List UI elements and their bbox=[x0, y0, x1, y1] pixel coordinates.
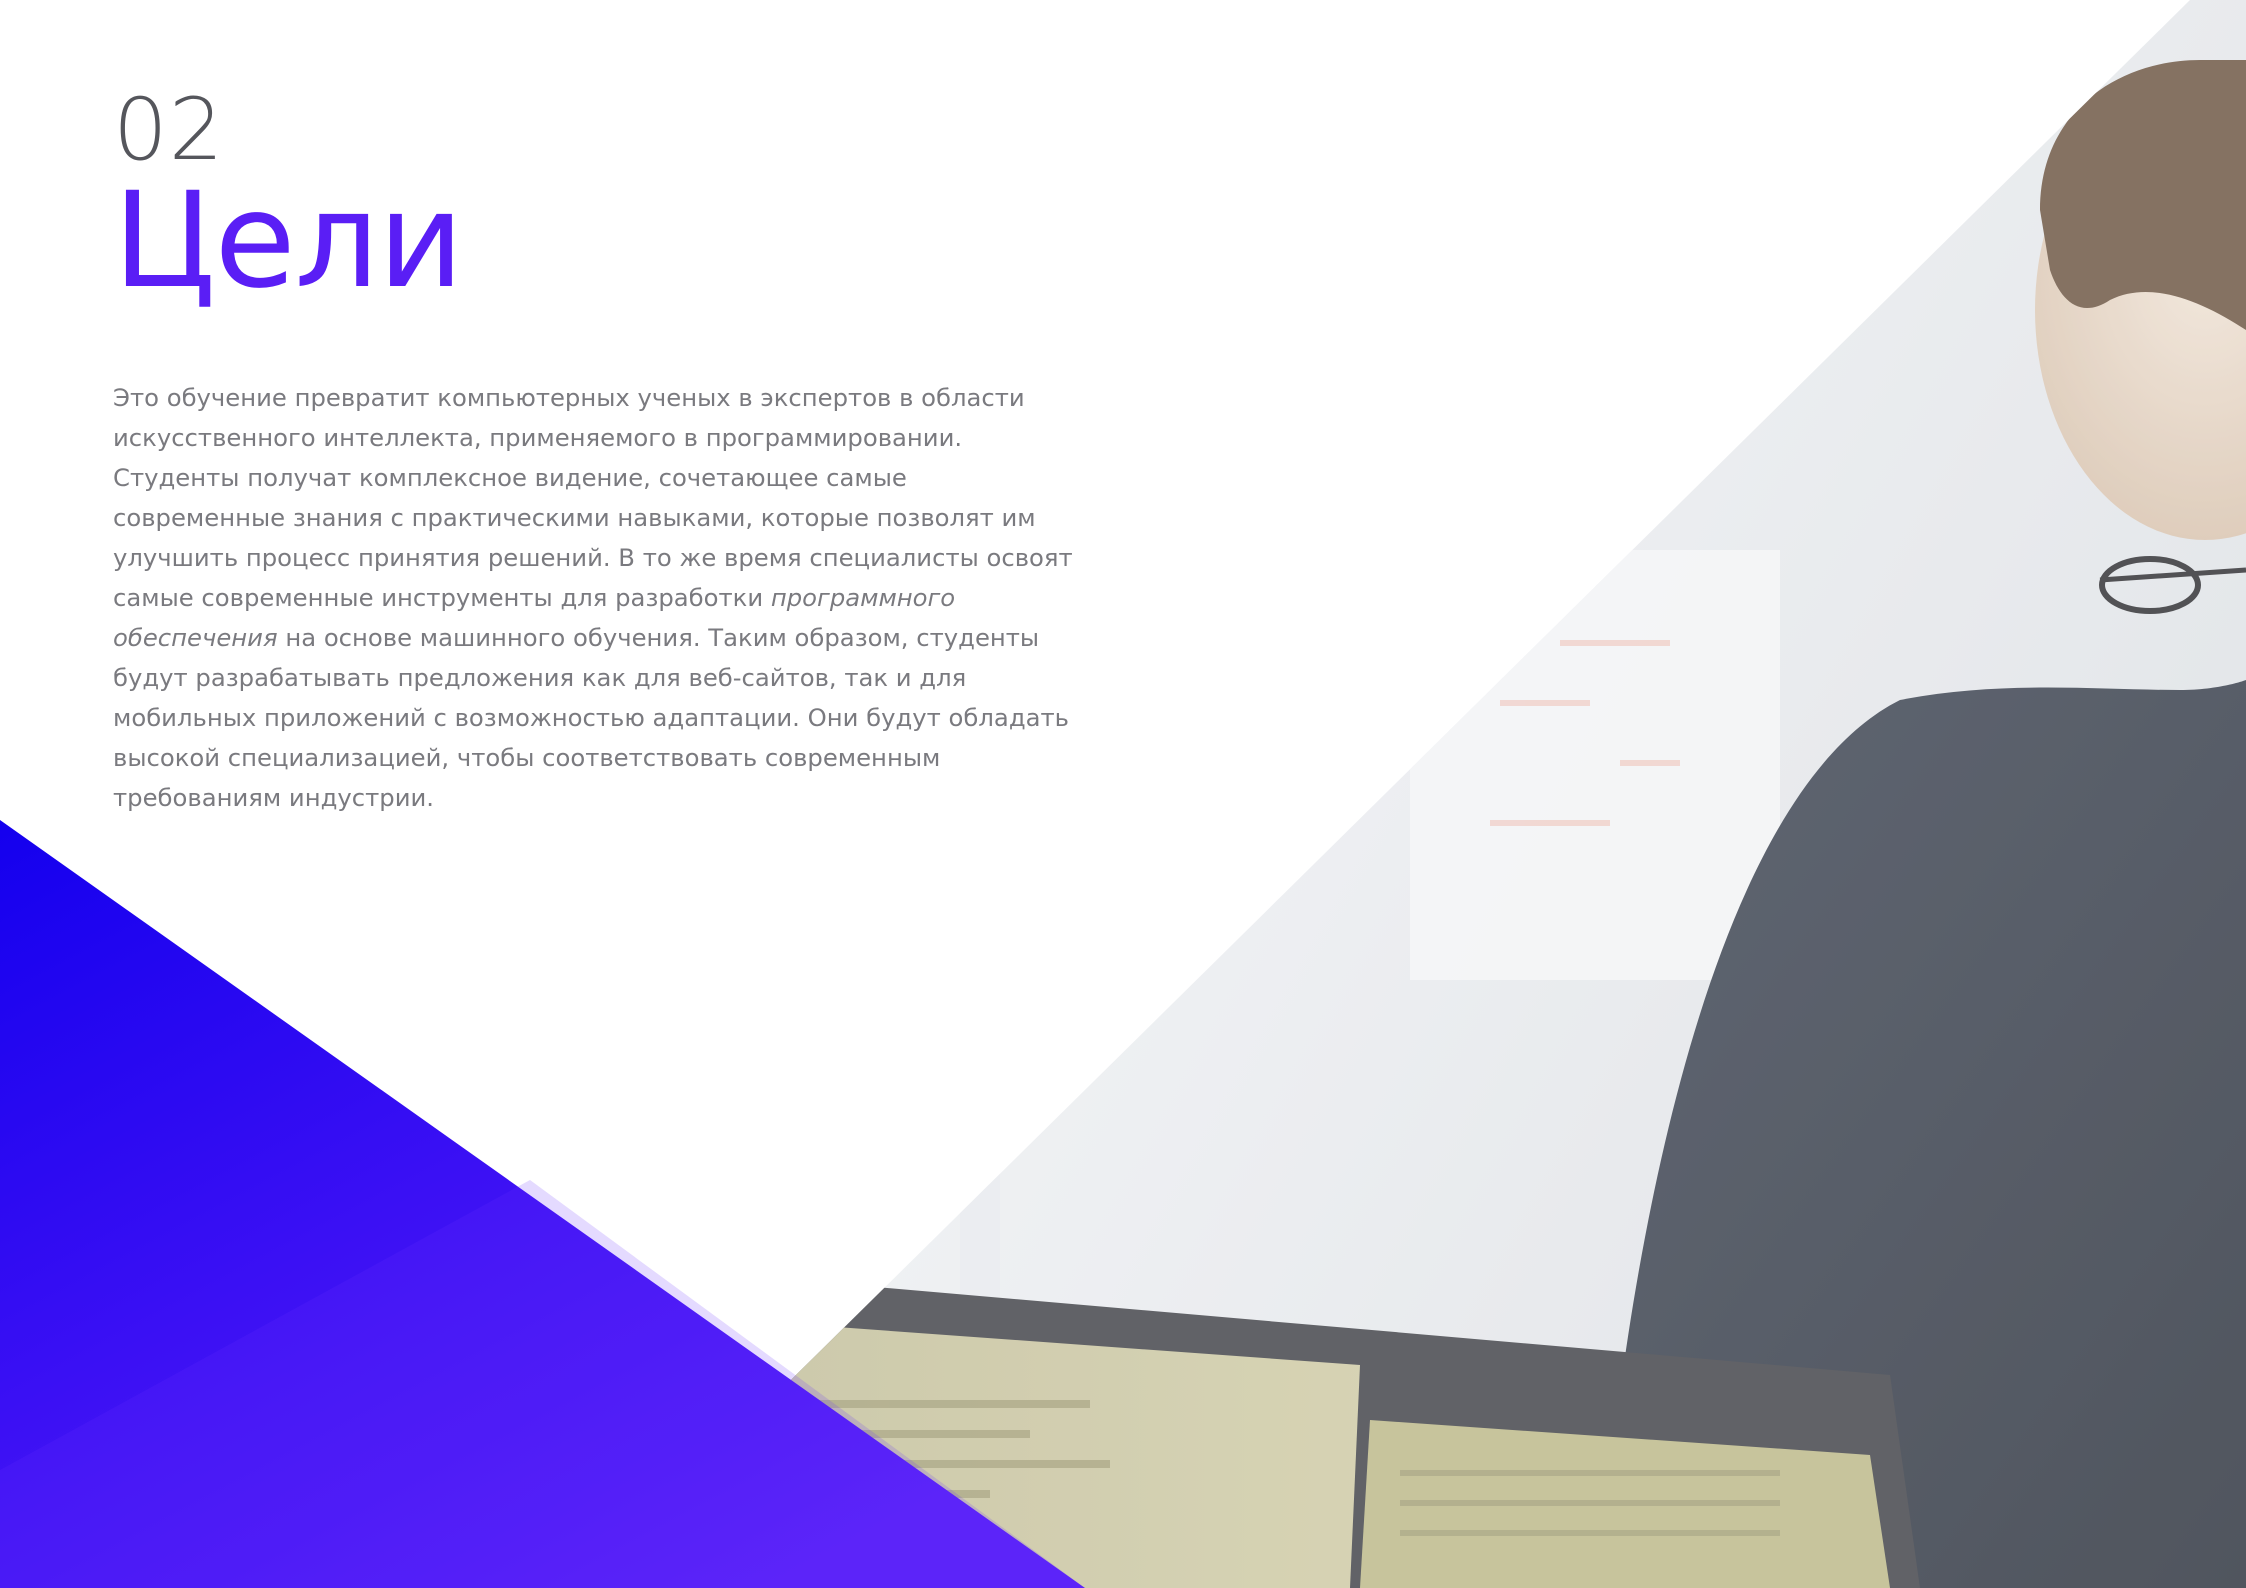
section-title: Цели bbox=[113, 164, 464, 318]
text-block: 02 Цели Это обучение превратит компьютер… bbox=[113, 80, 1113, 842]
body-text-part-1: Это обучение превратит компьютерных учен… bbox=[113, 383, 1073, 612]
body-paragraph: Это обучение превратит компьютерных учен… bbox=[113, 378, 1073, 818]
page: 02 Цели Это обучение превратит компьютер… bbox=[0, 0, 2246, 1588]
